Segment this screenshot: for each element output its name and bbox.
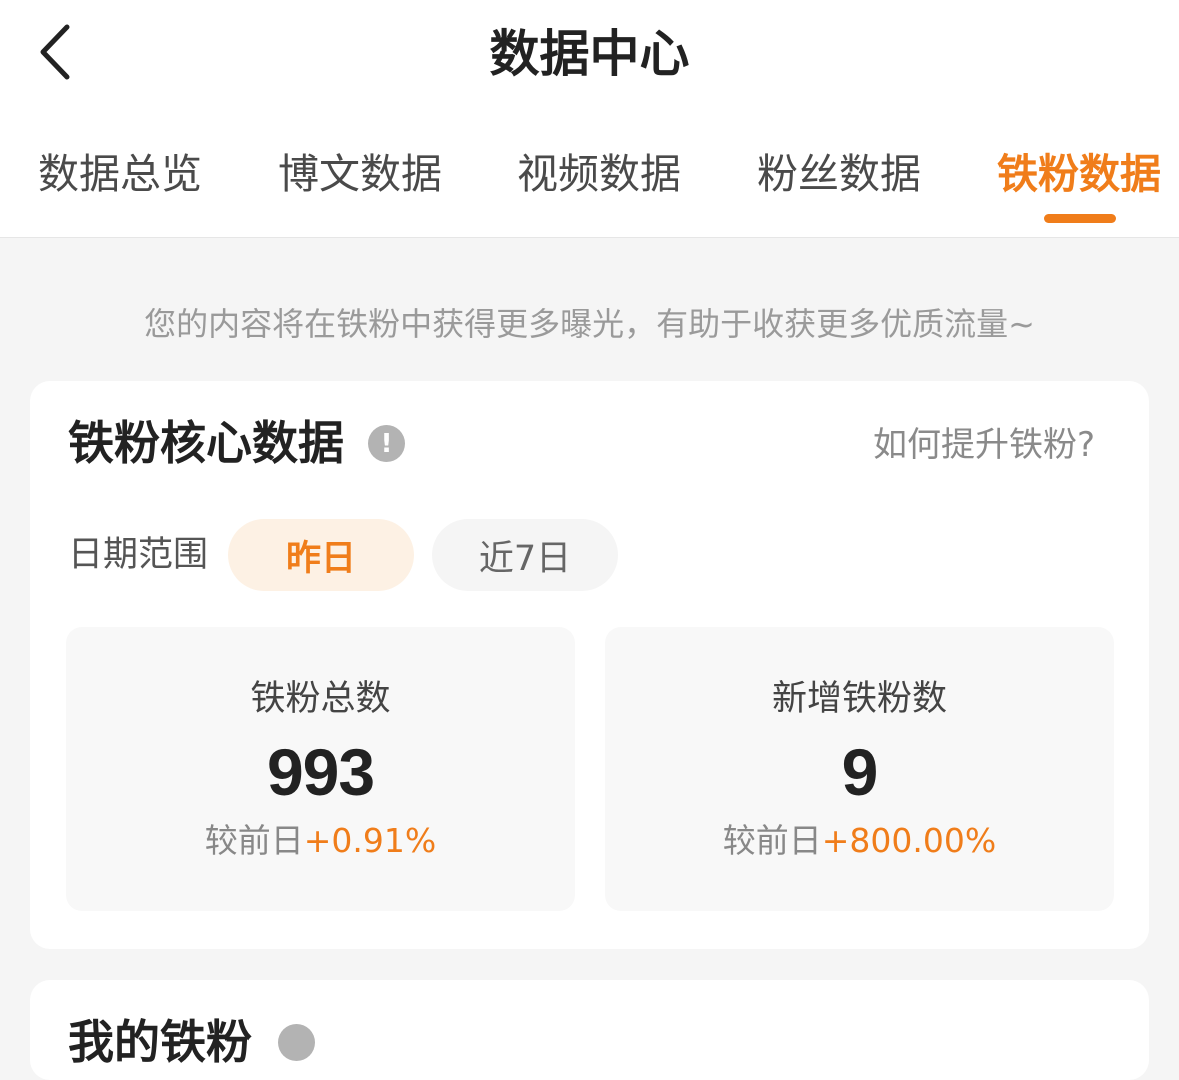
notice-text: 您的内容将在铁粉中获得更多曝光，有助于收获更多优质流量~ (144, 305, 1035, 343)
card-title: 我的铁粉 (68, 1015, 252, 1069)
tab-overview[interactable]: 数据总览 (38, 148, 202, 200)
total-iron-fans-stat: 铁粉总数 993 较前日+0.91% (66, 627, 575, 911)
info-icon[interactable]: ! (368, 425, 405, 462)
info-icon[interactable] (278, 1024, 315, 1061)
range-7days-button[interactable]: 近7日 (432, 519, 618, 591)
range-yesterday-button[interactable]: 昨日 (228, 519, 414, 591)
compare-value: +0.91% (303, 821, 437, 860)
tab-video-data[interactable]: 视频数据 (517, 148, 681, 200)
stat-compare: 较前日+800.00% (605, 817, 1114, 865)
my-iron-fans-card: 我的铁粉 (30, 980, 1149, 1080)
tab-fans-data[interactable]: 粉丝数据 (757, 148, 921, 200)
top-bar: 数据中心 (0, 0, 1179, 110)
stat-value: 993 (266, 735, 375, 809)
core-data-card: 铁粉核心数据 ! 如何提升铁粉? 日期范围 昨日 近7日 铁粉总数 993 较前… (30, 381, 1149, 949)
active-tab-indicator (1044, 214, 1116, 223)
tab-bar: 数据总览 博文数据 视频数据 粉丝数据 铁粉数据 (0, 110, 1179, 238)
stat-label: 铁粉总数 (250, 679, 391, 719)
card-title: 铁粉核心数据 (68, 416, 344, 470)
stat-label: 新增铁粉数 (771, 679, 947, 719)
page-title: 数据中心 (489, 25, 690, 83)
tab-post-data[interactable]: 博文数据 (278, 148, 442, 200)
compare-prefix: 较前日 (722, 821, 822, 860)
compare-prefix: 较前日 (204, 821, 304, 860)
stat-compare: 较前日+0.91% (66, 817, 575, 865)
how-to-improve-link[interactable]: 如何提升铁粉? (873, 421, 1095, 469)
date-range-label: 日期范围 (68, 535, 209, 575)
compare-value: +800.00% (821, 821, 997, 860)
tab-iron-fans-data[interactable]: 铁粉数据 (997, 148, 1161, 200)
stat-value: 9 (841, 735, 879, 809)
new-iron-fans-stat: 新增铁粉数 9 较前日+800.00% (605, 627, 1114, 911)
